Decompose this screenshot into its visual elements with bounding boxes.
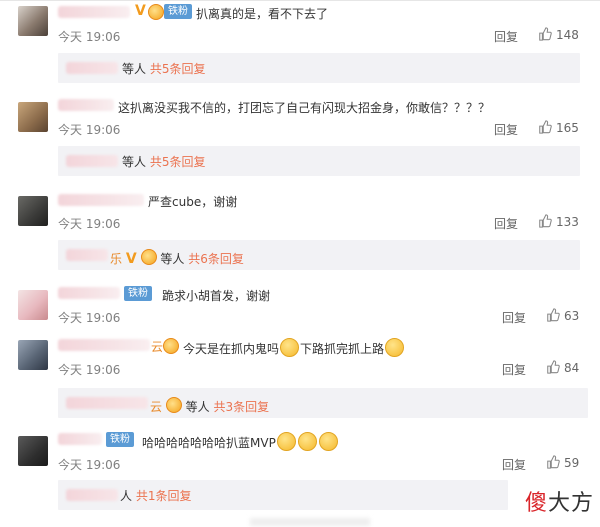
emoji-icon <box>276 432 296 451</box>
like-count: 148 <box>556 28 579 42</box>
sub-replier-blurred <box>66 249 108 261</box>
reply-button[interactable]: 回复 <box>494 215 518 232</box>
like-icon <box>547 308 560 322</box>
sub-replier-blurred <box>66 155 118 167</box>
top-border <box>0 0 600 1</box>
sub-replies-suffix: 等人 <box>185 400 210 414</box>
view-replies-link[interactable]: 共3条回复 <box>214 400 270 414</box>
like-icon <box>539 27 552 41</box>
username-blurred[interactable] <box>58 339 150 351</box>
timestamp: 今天 19:06 <box>58 311 121 325</box>
comment-text: 今天是在抓内鬼吗 <box>183 342 280 356</box>
comment-text: 这扒离没买我不信的，打团忘了自己有闪现大招金身，你敢信？？？？ <box>118 101 491 115</box>
like-button[interactable]: 133 <box>538 214 579 229</box>
view-replies-link[interactable]: 共1条回复 <box>136 489 192 503</box>
like-icon <box>547 455 560 469</box>
like-button[interactable]: 59 <box>546 455 579 470</box>
username-blurred[interactable] <box>58 6 130 18</box>
comment-text: 哈哈哈哈哈哈哈扒蓝MVP <box>142 436 276 450</box>
like-icon <box>547 360 560 374</box>
timestamp: 今天 19:06 <box>58 363 121 377</box>
like-button[interactable]: 63 <box>546 308 579 323</box>
avatar[interactable] <box>18 436 48 466</box>
watermark-part2: 大方 <box>547 491 594 516</box>
like-icon <box>539 120 552 134</box>
avatar[interactable] <box>18 196 48 226</box>
sub-replies-suffix: 等人 <box>122 155 147 169</box>
like-button[interactable]: 165 <box>538 120 579 135</box>
reply-button[interactable]: 回复 <box>494 28 518 45</box>
like-button[interactable]: 148 <box>538 27 579 42</box>
like-count: 84 <box>564 361 580 375</box>
medal-icon <box>163 338 179 354</box>
username-fragment[interactable]: 云 <box>151 338 163 355</box>
sub-replier-blurred <box>66 489 118 501</box>
like-count: 63 <box>564 309 580 323</box>
username-blurred[interactable] <box>58 287 120 299</box>
comment-text: 严查cube，谢谢 <box>148 195 238 209</box>
reply-button[interactable]: 回复 <box>494 121 518 138</box>
like-count: 133 <box>556 215 579 229</box>
comment-text: 跪求小胡首发，谢谢 <box>162 289 271 303</box>
reply-button[interactable]: 回复 <box>502 456 526 473</box>
sub-replies[interactable]: 等人 共5条回复 <box>58 146 580 176</box>
sub-replies[interactable]: 云 等人 共3条回复 <box>58 388 588 418</box>
timestamp: 今天 19:06 <box>58 30 121 44</box>
watermark: 傻大方 <box>525 485 594 517</box>
sub-replier-blurred <box>66 397 148 409</box>
avatar[interactable] <box>18 340 48 370</box>
reply-button[interactable]: 回复 <box>502 361 526 378</box>
sub-replier-fragment: 云 <box>150 400 163 414</box>
sub-replies[interactable]: 乐 V 等人 共6条回复 <box>58 240 580 270</box>
timestamp: 今天 19:06 <box>58 458 121 472</box>
sub-replies[interactable]: 人 共1条回复 <box>58 480 508 510</box>
comment-text-continued: 下路抓完抓上路 <box>300 342 385 356</box>
like-count: 59 <box>564 456 580 470</box>
fan-badge: 铁粉 <box>164 4 192 19</box>
timestamp: 今天 19:06 <box>58 217 121 231</box>
like-button[interactable]: 84 <box>546 360 579 375</box>
username-blurred[interactable] <box>58 194 144 206</box>
medal-icon <box>165 397 182 413</box>
sub-replies-suffix: 等人 <box>160 252 185 266</box>
like-icon <box>539 214 552 228</box>
sub-replies-suffix: 等人 <box>122 62 147 76</box>
avatar[interactable] <box>18 102 48 132</box>
sub-replier-blurred <box>66 62 118 74</box>
username-blurred[interactable] <box>58 433 102 445</box>
comment-text: 扒离真的是，看不下去了 <box>196 7 329 21</box>
sub-replies-suffix: 人 <box>120 489 133 503</box>
emoji-icon <box>297 432 317 451</box>
view-replies-link[interactable]: 共5条回复 <box>150 155 206 169</box>
avatar[interactable] <box>18 6 48 36</box>
emoji-icon <box>385 338 405 357</box>
watermark-part1: 傻 <box>524 491 548 516</box>
emoji-icon <box>318 432 338 451</box>
vip-icon: V <box>125 251 137 267</box>
view-replies-link[interactable]: 共6条回复 <box>188 252 244 266</box>
vip-icon: V <box>135 3 146 19</box>
sub-replies[interactable]: 等人 共5条回复 <box>58 53 580 83</box>
sub-replier-fragment: 乐 <box>110 252 123 266</box>
fan-badge: 铁粉 <box>106 432 134 447</box>
username-blurred[interactable] <box>58 99 114 111</box>
timestamp: 今天 19:06 <box>58 123 121 137</box>
like-count: 165 <box>556 121 579 135</box>
fan-badge: 铁粉 <box>124 286 152 301</box>
reply-button[interactable]: 回复 <box>502 309 526 326</box>
medal-icon <box>148 4 164 20</box>
view-replies-link[interactable]: 共5条回复 <box>150 62 206 76</box>
blurred-footer <box>250 518 370 526</box>
medal-icon <box>140 249 157 265</box>
avatar[interactable] <box>18 290 48 320</box>
emoji-icon <box>280 338 300 357</box>
